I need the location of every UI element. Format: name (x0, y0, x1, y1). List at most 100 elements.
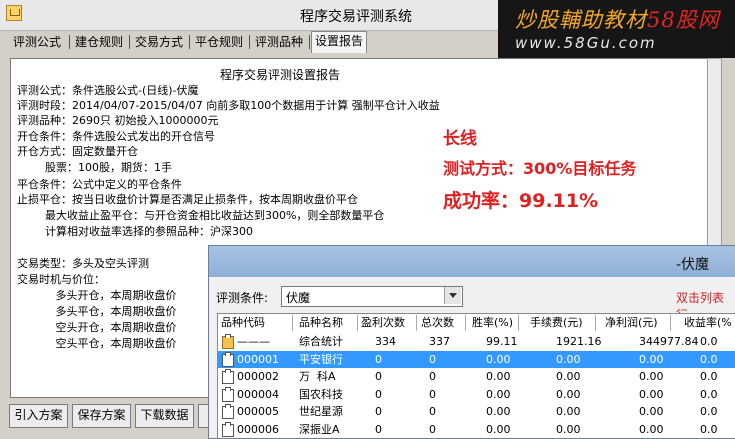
table-cell: 344977.84 (639, 335, 699, 348)
window-title: 程序交易评测系统 (300, 9, 412, 25)
column-header[interactable]: 手续费(元) (530, 315, 583, 331)
report-heading: 程序交易评测设置报告 (220, 68, 341, 82)
download-data-button[interactable]: 下载数据 (135, 404, 194, 428)
result-window-title: -伏魔 (676, 257, 710, 273)
column-header[interactable]: 品种名称 (299, 315, 343, 331)
column-header[interactable]: 收益率(% (684, 315, 732, 331)
tab-separator (189, 35, 190, 49)
report-line: 空头平仓，本周期收盘价 (17, 337, 177, 350)
report-line: 多头开仓，本周期收盘价 (17, 289, 177, 302)
table-cell: 0.00 (556, 423, 581, 436)
table-cell: 0.00 (556, 353, 581, 366)
report-line: 评测品种：2690只 初始投入1000000元 (17, 114, 219, 127)
tab-open-rules[interactable]: 建仓规则 (72, 33, 126, 51)
table-cell: 0.0 (700, 335, 718, 348)
table-cell: 0.0 (700, 405, 718, 418)
tab-separator (69, 35, 70, 49)
report-line: 最大收益止盈平仓：与开仓资金相比收益达到300%，则全部数量平仓 (17, 209, 385, 222)
tab-formula[interactable]: 评测公式 (10, 33, 64, 51)
table-cell: 国农科技 (299, 388, 343, 401)
filter-select-value: 伏魔 (286, 291, 311, 305)
table-cell: 000005 (237, 405, 279, 418)
chevron-down-icon[interactable] (444, 287, 461, 304)
table-cell: 平安银行 (299, 353, 343, 366)
report-line: 开仓条件：条件选股公式发出的开仓信号 (17, 130, 215, 143)
annotation-horizon: 长线 (443, 129, 477, 149)
document-icon (222, 352, 234, 367)
tab-instruments[interactable]: 评测品种 (252, 33, 306, 51)
tab-separator (249, 35, 250, 49)
table-cell: 1921.16 (556, 335, 602, 348)
table-cell: 0 (429, 353, 436, 366)
table-cell: 0.00 (639, 405, 664, 418)
column-header[interactable]: 胜率(%) (472, 315, 513, 331)
column-separator (416, 315, 417, 331)
watermark-text-b: 58股网 (647, 8, 720, 32)
report-line: 多头平仓，本周期收盘价 (17, 305, 177, 318)
table-cell: 0.00 (486, 388, 511, 401)
report-line: 评测时段：2014/04/07-2015/04/07 向前多取100个数据用于计… (17, 99, 440, 112)
table-cell: 综合统计 (299, 335, 343, 348)
table-cell: 0.00 (639, 388, 664, 401)
report-line: 计算相对收益率选择的参照品种：沪深300 (17, 225, 253, 238)
column-separator (670, 315, 671, 331)
tab-settings-report[interactable]: 设置报告 (311, 31, 368, 53)
column-header[interactable]: 盈利次数 (361, 315, 405, 331)
document-icon (222, 387, 234, 402)
column-header[interactable]: 净利润(元) (605, 315, 658, 331)
report-line: 止损平仓：按当日收盘价计算是否满足止损条件，按本周期收盘价平仓 (17, 193, 358, 206)
column-separator (292, 315, 293, 331)
table-cell: 万 科A (299, 370, 336, 383)
column-separator (357, 315, 358, 331)
column-header[interactable]: 总次数 (421, 315, 454, 331)
report-line: 评测公式：条件选股公式-(日线)-伏魔 (17, 84, 199, 97)
document-icon (222, 422, 234, 437)
table-cell: 0.0 (700, 388, 718, 401)
result-window-titlebar[interactable] (209, 246, 735, 277)
tab-separator (129, 35, 130, 49)
report-line: 开仓方式：固定数量开仓 (17, 145, 138, 158)
table-cell: 0.0 (700, 353, 718, 366)
table-cell: 0 (429, 423, 436, 436)
report-line: 交易类型：多头及空头评测 (17, 257, 149, 270)
filter-label: 评测条件: (216, 291, 269, 305)
table-cell: 000006 (237, 423, 279, 436)
tab-trade-mode[interactable]: 交易方式 (132, 33, 186, 51)
document-icon (222, 369, 234, 384)
report-line: 空头开仓，本周期收盘价 (17, 321, 177, 334)
table-cell: 0 (375, 405, 382, 418)
table-cell: 0.0 (700, 370, 718, 383)
import-scheme-button[interactable]: 引入方案 (9, 404, 68, 428)
column-separator (465, 315, 466, 331)
table-cell: 000001 (237, 353, 279, 366)
summary-folder-icon (222, 334, 234, 349)
table-cell: 0 (375, 353, 382, 366)
tab-close-rules[interactable]: 平仓规则 (192, 33, 246, 51)
table-cell: 0.00 (556, 388, 581, 401)
table-cell: 0.00 (639, 370, 664, 383)
table-cell: 0.00 (556, 370, 581, 383)
table-cell: 0 (375, 388, 382, 401)
watermark-line1: 炒股輔助教材58股网 (515, 4, 720, 34)
table-cell: 0.00 (486, 353, 511, 366)
table-cell: ——— (237, 335, 270, 348)
table-cell: 000002 (237, 370, 279, 383)
tab-separator (309, 35, 310, 49)
table-cell: 337 (429, 335, 450, 348)
column-separator (518, 315, 519, 331)
table-cell: 0 (375, 370, 382, 383)
table-cell: 0.00 (639, 423, 664, 436)
report-line: 交易时机与价位： (17, 273, 105, 286)
table-cell: 0.00 (486, 370, 511, 383)
column-header[interactable]: 品种代码 (221, 315, 265, 331)
annotation-test-mode: 测试方式：300%目标任务 (443, 159, 637, 178)
app-icon (6, 5, 22, 21)
table-cell: 0.0 (700, 423, 718, 436)
save-scheme-button[interactable]: 保存方案 (72, 404, 131, 428)
report-line: 平仓条件：公式中定义的平仓条件 (17, 178, 182, 191)
table-cell: 0.00 (486, 405, 511, 418)
table-cell: 0.00 (639, 353, 664, 366)
table-cell: 0 (429, 370, 436, 383)
table-cell: 0 (429, 405, 436, 418)
watermark-text-a: 炒股輔助教材 (515, 8, 647, 32)
